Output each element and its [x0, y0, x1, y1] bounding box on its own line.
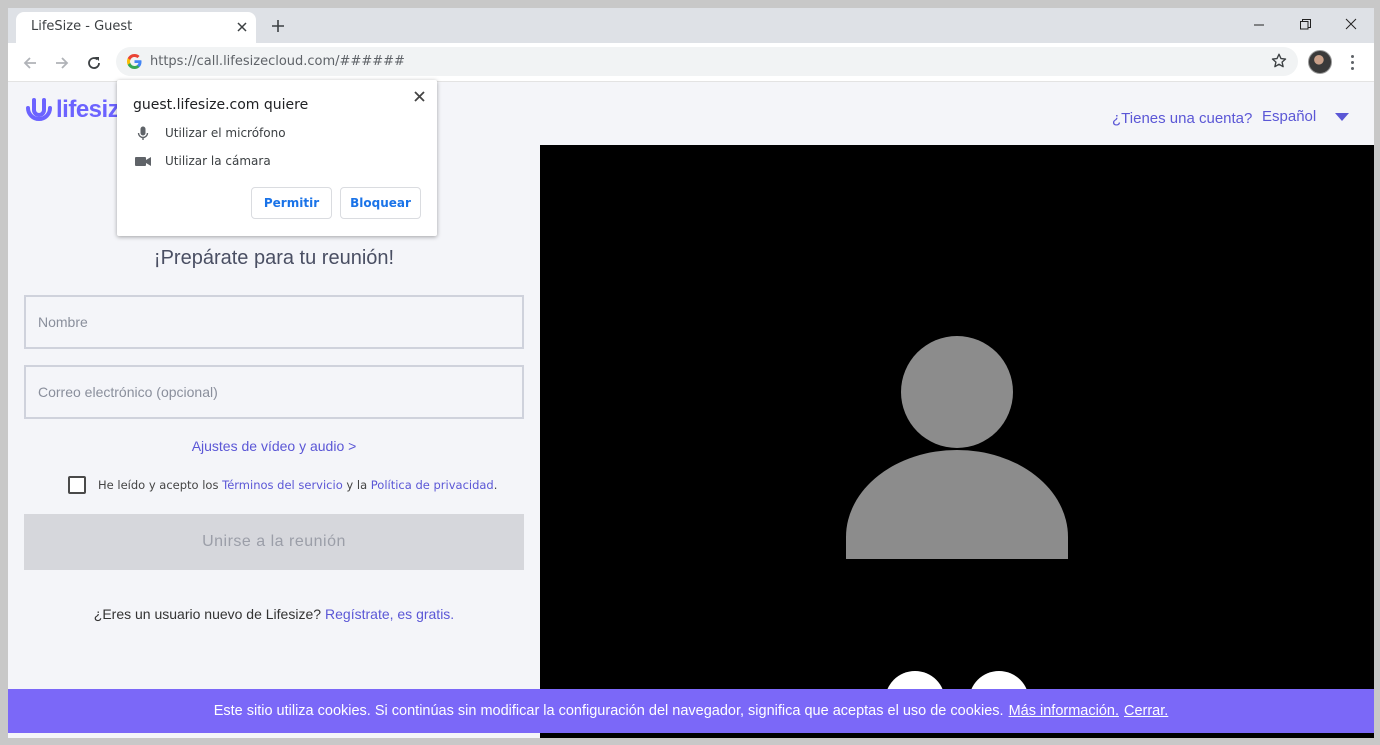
account-link[interactable]: ¿Tienes una cuenta? — [1112, 110, 1252, 127]
name-field[interactable] — [24, 295, 524, 349]
av-settings-link[interactable]: Ajustes de vídeo y audio > — [24, 438, 524, 454]
profile-avatar[interactable] — [1308, 50, 1332, 74]
register-link[interactable]: Regístrate, es gratis. — [325, 606, 454, 622]
terms-middle: y la — [346, 478, 368, 492]
close-icon[interactable] — [409, 86, 429, 106]
block-button[interactable]: Bloquear — [340, 187, 421, 219]
forward-icon[interactable] — [49, 50, 75, 76]
tab-close-icon[interactable] — [232, 17, 252, 37]
user-placeholder-icon — [846, 336, 1068, 559]
browser-toolbar: https://call.lifesizecloud.com/###### — [8, 43, 1374, 82]
language-dropdown-icon[interactable] — [1335, 113, 1349, 121]
url-text: https://call.lifesizecloud.com/###### — [150, 54, 405, 69]
cookie-banner: Este sitio utiliza cookies. Si continúas… — [8, 689, 1374, 733]
lifesize-logo[interactable]: lifesiz — [24, 96, 120, 124]
google-icon — [127, 54, 142, 69]
browser-window: LifeSize - Guest https://call.lifesizecl… — [8, 8, 1374, 738]
camera-permission-label: Utilizar la cámara — [165, 154, 271, 168]
cookie-banner-text: Este sitio utiliza cookies. Si continúas… — [213, 703, 1004, 719]
tab-strip: LifeSize - Guest — [8, 8, 1374, 43]
microphone-permission-label: Utilizar el micrófono — [165, 126, 286, 140]
microphone-permission-row: Utilizar el micrófono — [135, 125, 286, 141]
terms-suffix: . — [493, 478, 498, 492]
close-cookie-link[interactable]: Cerrar. — [1124, 703, 1168, 719]
camera-icon — [135, 153, 151, 169]
microphone-icon — [135, 125, 151, 141]
logo-text: lifesiz — [56, 96, 120, 123]
new-user-row: ¿Eres un usuario nuevo de Lifesize? Regís… — [24, 606, 524, 622]
back-icon[interactable] — [17, 50, 43, 76]
terms-checkbox[interactable] — [68, 476, 86, 494]
allow-button[interactable]: Permitir — [251, 187, 332, 219]
bookmark-star-icon[interactable] — [1270, 52, 1290, 72]
tab-title: LifeSize - Guest — [31, 19, 133, 34]
browser-tab[interactable]: LifeSize - Guest — [16, 12, 256, 43]
restore-icon[interactable] — [1282, 8, 1328, 40]
terms-row: He leído y acepto los Términos del servi… — [68, 476, 497, 494]
address-bar[interactable]: https://call.lifesizecloud.com/###### — [116, 47, 1298, 76]
more-info-link[interactable]: Más información. — [1009, 703, 1119, 719]
name-input[interactable] — [26, 297, 522, 347]
permission-dialog-title: guest.lifesize.com quiere — [133, 97, 309, 113]
lifesize-logo-icon — [26, 98, 52, 121]
new-tab-icon[interactable] — [266, 14, 290, 38]
page-title: ¡Prepárate para tu reunión! — [153, 247, 395, 269]
terms-prefix: He leído y acepto los — [98, 478, 219, 492]
close-window-icon[interactable] — [1328, 8, 1374, 40]
new-user-text: ¿Eres un usuario nuevo de Lifesize? — [93, 606, 322, 622]
email-input[interactable] — [26, 367, 522, 417]
language-selector[interactable]: Español — [1262, 108, 1316, 125]
join-meeting-button[interactable]: Unirse a la reunión — [24, 514, 524, 570]
terms-of-service-link[interactable]: Términos del servicio — [222, 478, 343, 492]
video-preview — [540, 145, 1374, 738]
reload-icon[interactable] — [81, 50, 107, 76]
permission-dialog: guest.lifesize.com quiere Utilizar el mi… — [117, 80, 437, 236]
email-field[interactable] — [24, 365, 524, 419]
browser-menu-icon[interactable] — [1344, 51, 1360, 73]
minimize-icon[interactable] — [1236, 8, 1282, 40]
camera-permission-row: Utilizar la cámara — [135, 153, 271, 169]
privacy-policy-link[interactable]: Política de privacidad — [371, 478, 494, 492]
